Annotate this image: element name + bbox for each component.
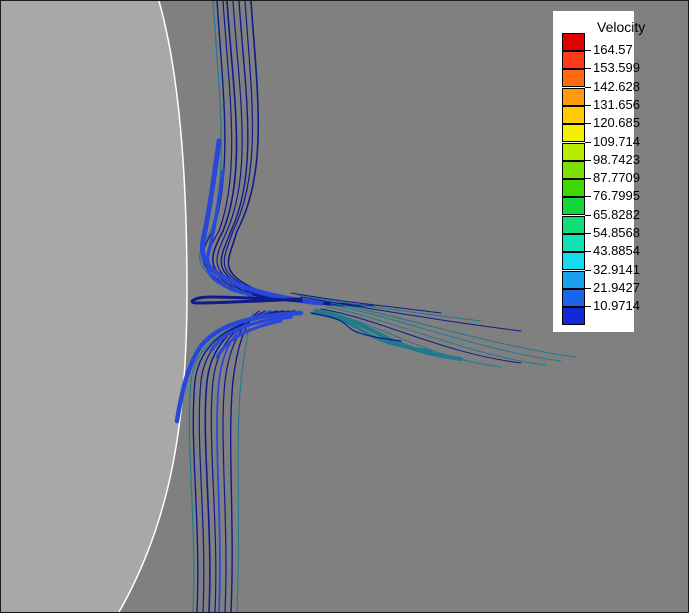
upper-streamline xyxy=(211,1,350,307)
upper-streamline xyxy=(227,1,374,307)
legend-label: 131.656 xyxy=(593,96,640,112)
legend-swatch xyxy=(562,105,585,124)
legend-tick xyxy=(585,86,591,88)
upper-streamline xyxy=(223,1,368,307)
upper-streamline xyxy=(216,1,356,307)
upper-streamline xyxy=(202,1,338,307)
legend-label: 43.8854 xyxy=(593,243,640,259)
legend-tick xyxy=(585,306,591,308)
velocity-legend: Velocity 164.57 153.599 142.628 131.656 120.… xyxy=(553,11,645,332)
legend-tick xyxy=(585,68,591,70)
legend-tick xyxy=(585,178,591,180)
legend-label: 109.714 xyxy=(593,133,640,149)
lower-streamline xyxy=(236,310,254,612)
visualization-viewport[interactable]: Velocity 164.57 153.599 142.628 131.656 120.… xyxy=(0,0,689,613)
lower-streamline xyxy=(229,310,260,612)
streamlines xyxy=(174,1,577,612)
legend-tick xyxy=(585,104,591,106)
legend-swatch xyxy=(562,179,585,198)
legend-tick xyxy=(585,214,591,216)
legend-swatch xyxy=(562,124,585,143)
legend-swatch-top xyxy=(562,33,585,51)
legend-label: 10.9714 xyxy=(593,298,640,314)
legend-label: 153.599 xyxy=(593,60,640,76)
legend-swatch xyxy=(562,288,585,307)
legend-tick xyxy=(585,233,591,234)
legend-tick xyxy=(585,196,591,198)
legend-tick xyxy=(585,141,591,143)
legend-swatch xyxy=(562,215,585,234)
legend-tick xyxy=(585,123,591,125)
legend-swatch xyxy=(562,197,585,216)
legend-title: Velocity xyxy=(597,19,646,35)
legend-swatch xyxy=(562,160,585,179)
legend-label: 142.628 xyxy=(593,78,640,94)
legend-swatch xyxy=(562,252,585,271)
legend-label: 87.7709 xyxy=(593,170,640,186)
wake-streamline xyxy=(296,294,482,322)
legend-tick xyxy=(585,287,591,289)
legend-tick xyxy=(585,159,591,161)
legend-swatch xyxy=(562,87,585,106)
legend-label: 76.7995 xyxy=(593,188,640,204)
legend-tick xyxy=(585,50,591,51)
legend-label: 21.9427 xyxy=(593,279,640,295)
legend-label: 164.57 xyxy=(593,42,633,57)
legend-label: 98.7423 xyxy=(593,151,640,167)
legend-label: 32.9141 xyxy=(593,261,640,277)
legend-tick xyxy=(585,269,591,271)
legend-swatch xyxy=(562,51,585,69)
legend-label: 120.685 xyxy=(593,115,640,131)
legend-tick xyxy=(585,251,591,253)
legend-swatch xyxy=(562,234,585,252)
legend-label: 54.8568 xyxy=(593,225,640,240)
legend-swatch xyxy=(562,270,585,289)
legend-swatch xyxy=(562,307,585,326)
legend-swatch xyxy=(562,69,585,88)
legend-label: 65.8282 xyxy=(593,206,640,222)
legend-swatch xyxy=(562,142,585,161)
